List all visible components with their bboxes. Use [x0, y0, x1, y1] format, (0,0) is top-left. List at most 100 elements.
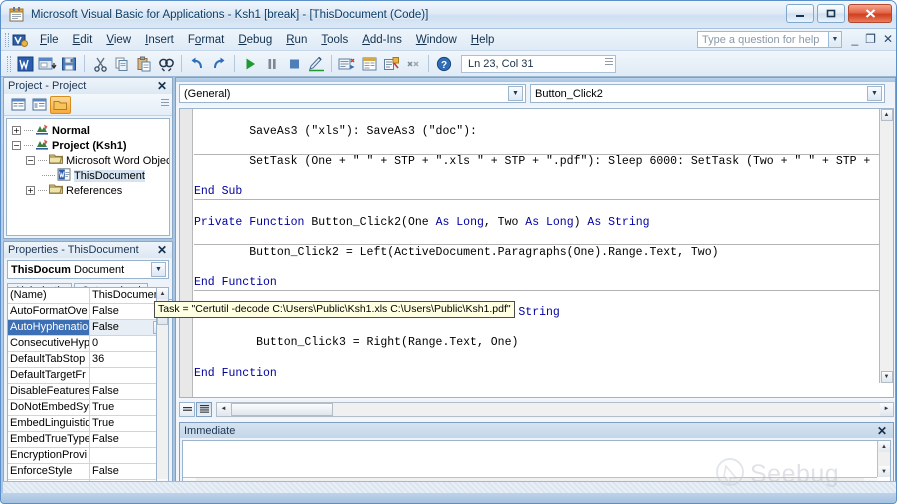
mdi-restore-button[interactable]: ❐	[865, 32, 876, 46]
menu-item-view[interactable]: View	[99, 32, 138, 48]
close-icon[interactable]: ✕	[154, 80, 170, 92]
menu-item-debug[interactable]: Debug	[231, 32, 279, 48]
tree-item-word-objects[interactable]: − Microsoft Word Objects	[10, 153, 169, 168]
tree-item-thisdocument[interactable]: ThisDocument	[10, 167, 169, 183]
menu-item-window[interactable]: Window	[409, 32, 464, 48]
close-icon[interactable]: ✕	[154, 244, 170, 256]
scroll-down-icon[interactable]: ▼	[880, 371, 893, 383]
chevron-down-icon[interactable]: ▼	[829, 31, 842, 48]
expander-icon[interactable]: +	[26, 186, 35, 195]
property-row-selected[interactable]: AutoHyphenatio False ▼	[8, 320, 168, 336]
property-row[interactable]: (Name) ThisDocument	[8, 288, 168, 304]
chevron-down-icon[interactable]: ▼	[151, 262, 166, 277]
scroll-left-icon[interactable]: ◄	[217, 402, 230, 416]
project-explorer-icon[interactable]	[336, 53, 358, 74]
project-tree[interactable]: + Normal − Project (Ksh1) − Microsoft Wo…	[6, 118, 170, 236]
resize-grip-icon[interactable]	[605, 57, 613, 71]
view-object-icon[interactable]	[29, 96, 50, 114]
tree-item-normal[interactable]: + Normal	[10, 123, 169, 138]
toggle-folders-icon[interactable]	[50, 95, 71, 114]
code-line[interactable]: SaveAs3 ("xls"): SaveAs3 ("doc"):	[194, 124, 879, 139]
procedure-view-icon[interactable]	[179, 401, 195, 417]
procedure-combo[interactable]: Button_Click2 ▼	[530, 84, 885, 103]
find-icon[interactable]	[155, 53, 177, 74]
scroll-up-icon[interactable]: ▲	[880, 109, 893, 121]
scroll-up-icon[interactable]: ▲	[157, 288, 168, 299]
code-line[interactable]: End Function	[194, 366, 879, 381]
menu-item-format[interactable]: Format	[181, 32, 231, 48]
expander-icon[interactable]: −	[12, 141, 21, 150]
view-code-icon[interactable]	[8, 96, 29, 114]
scroll-down-icon[interactable]: ▼	[878, 466, 890, 477]
property-row[interactable]: AutoFormatOve False	[8, 304, 168, 320]
property-row[interactable]: EncryptionProvi	[8, 448, 168, 464]
toolbar-overflow-icon[interactable]	[161, 99, 169, 108]
minimize-button[interactable]	[786, 4, 814, 23]
code-margin[interactable]	[180, 109, 193, 397]
break-icon[interactable]	[261, 53, 283, 74]
code-line[interactable]: SetTask (One + " " + STP + ".xls " + STP…	[194, 154, 879, 169]
object-browser-icon[interactable]	[380, 53, 402, 74]
property-row[interactable]: EmbedLinguistid True	[8, 416, 168, 432]
help-question-box[interactable]: Type a question for help ▼	[697, 31, 842, 48]
object-combo[interactable]: (General) ▼	[179, 84, 526, 103]
properties-grid[interactable]: (Name) ThisDocument AutoFormatOve False …	[7, 287, 169, 491]
save-icon[interactable]	[58, 53, 80, 74]
code-line[interactable]: Private Function Button_Click2(One As Lo…	[194, 215, 879, 230]
property-row[interactable]: EnforceStyle False	[8, 464, 168, 480]
menu-item-tools[interactable]: Tools	[314, 32, 355, 48]
property-row[interactable]: EmbedTrueType False	[8, 432, 168, 448]
immediate-vertical-scrollbar[interactable]: ▲ ▼	[877, 441, 890, 477]
undo-icon[interactable]	[186, 53, 208, 74]
run-icon[interactable]	[239, 53, 261, 74]
menu-drag-grip[interactable]	[5, 32, 9, 47]
property-row[interactable]: DisableFeatures False	[8, 384, 168, 400]
paste-icon[interactable]	[133, 53, 155, 74]
toolbox-icon[interactable]	[402, 53, 424, 74]
menu-item-file[interactable]: File	[33, 32, 66, 48]
insert-userform-icon[interactable]	[36, 53, 58, 74]
menu-item-addins[interactable]: Add-Ins	[355, 32, 409, 48]
help-icon[interactable]: ?	[433, 53, 455, 74]
tree-item-references[interactable]: + References	[10, 183, 169, 198]
scroll-right-icon[interactable]: ►	[880, 402, 893, 416]
cut-icon[interactable]	[89, 53, 111, 74]
design-mode-icon[interactable]	[305, 53, 327, 74]
menu-item-edit[interactable]: Edit	[66, 32, 100, 48]
chevron-down-icon[interactable]: ▼	[867, 86, 882, 101]
chevron-down-icon[interactable]: ▼	[508, 86, 523, 101]
toolbar-drag-grip[interactable]	[7, 55, 11, 72]
redo-icon[interactable]	[208, 53, 230, 74]
code-line[interactable]: End Sub	[194, 184, 879, 199]
tree-item-project-ksh1[interactable]: − Project (Ksh1)	[10, 138, 169, 153]
property-row[interactable]: DoNotEmbedSys True	[8, 400, 168, 416]
properties-object-combo[interactable]: ThisDocumen Document ▼	[7, 260, 169, 279]
expander-icon[interactable]: +	[12, 126, 21, 135]
property-row[interactable]: ConsecutiveHyp 0	[8, 336, 168, 352]
property-row[interactable]: DefaultTabStop 36	[8, 352, 168, 368]
code-line[interactable]: Button_Click3 = Right(Range.Text, One)	[194, 335, 879, 350]
code-line[interactable]: End Function	[194, 275, 879, 290]
full-module-view-icon[interactable]	[196, 401, 212, 417]
menu-item-insert[interactable]: Insert	[138, 32, 181, 48]
scroll-up-icon[interactable]: ▲	[878, 441, 890, 452]
close-icon[interactable]: ✕	[874, 425, 890, 437]
code-text[interactable]: SaveAs3 ("xls"): SaveAs3 ("doc"): SetTas…	[194, 109, 879, 398]
help-question-input[interactable]: Type a question for help	[697, 31, 829, 48]
menu-item-run[interactable]: Run	[279, 32, 314, 48]
mdi-minimize-button[interactable]: _	[851, 32, 858, 46]
code-line[interactable]: Button_Click2 = Left(ActiveDocument.Para…	[194, 245, 879, 260]
close-button[interactable]	[848, 4, 892, 23]
scrollbar-thumb[interactable]	[231, 402, 333, 416]
expander-icon[interactable]: −	[26, 156, 35, 165]
code-vertical-scrollbar[interactable]: ▲ ▼	[879, 109, 893, 383]
code-line[interactable]: Private Function SaveAs3(Formt As String…	[194, 396, 879, 398]
view-word-icon[interactable]	[14, 53, 36, 74]
copy-icon[interactable]	[111, 53, 133, 74]
code-horizontal-scrollbar[interactable]: ◄ ►	[216, 401, 894, 417]
maximize-button[interactable]	[817, 4, 845, 23]
mdi-close-button[interactable]: ✕	[883, 32, 893, 46]
property-row[interactable]: DefaultTargetFr	[8, 368, 168, 384]
menu-item-help[interactable]: Help	[464, 32, 502, 48]
code-editor[interactable]: SaveAs3 ("xls"): SaveAs3 ("doc"): SetTas…	[179, 108, 894, 398]
